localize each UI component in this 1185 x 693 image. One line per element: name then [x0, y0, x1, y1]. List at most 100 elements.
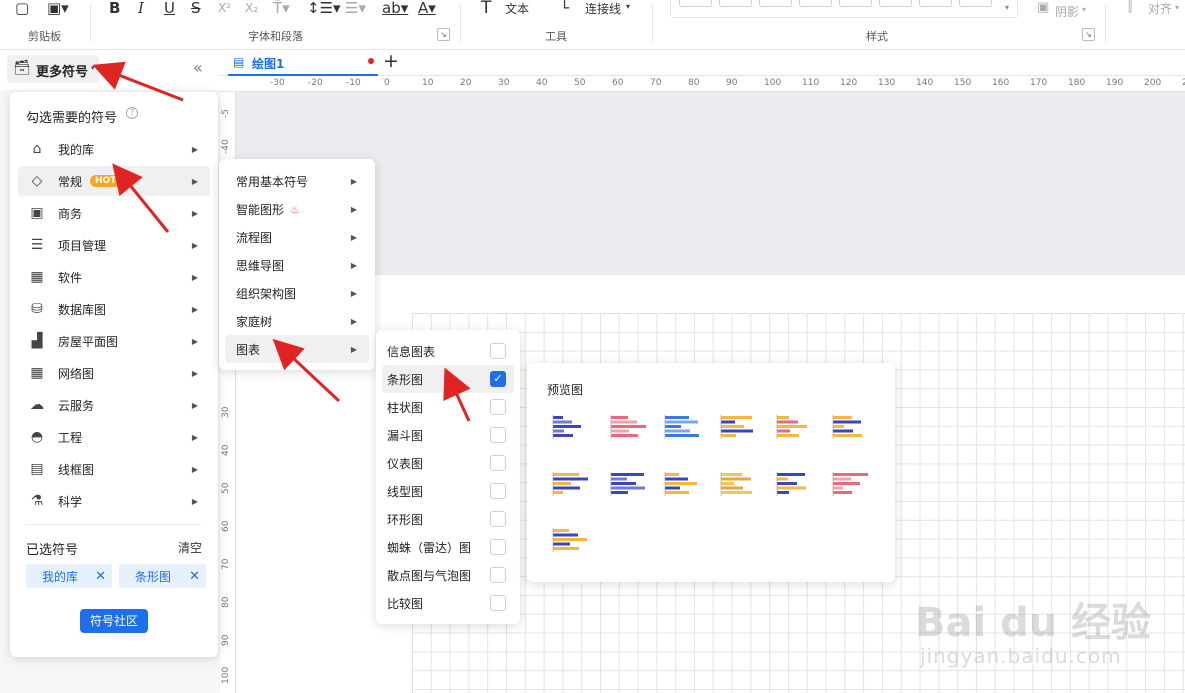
chart-type-item[interactable]: 漏斗图 [382, 421, 514, 449]
shadow-icon[interactable]: ▣ [1037, 0, 1049, 16]
chart-preview-thumbnail[interactable] [717, 470, 757, 496]
chart-type-checkbox[interactable] [490, 567, 506, 583]
text-tool-label[interactable]: 文本 [505, 0, 529, 17]
style-swatch[interactable] [919, 0, 952, 7]
text-highlight-icon[interactable]: ab▾ [382, 0, 408, 16]
help-icon[interactable]: ? [126, 107, 138, 119]
chart-preview-thumbnail[interactable] [829, 470, 869, 496]
chart-type-checkbox[interactable] [490, 455, 506, 471]
symbol-community-button[interactable]: 符号社区 [80, 609, 148, 633]
submenu-item[interactable]: 组织架构图 ▶ [225, 279, 369, 307]
category-item[interactable]: ◓ 工程 ▶ [18, 422, 210, 452]
chart-type-item[interactable]: 环形图 [382, 505, 514, 533]
category-item[interactable]: ▦ 网络图 ▶ [18, 358, 210, 388]
chevron-right-icon: ▶ [191, 176, 198, 186]
chart-preview-thumbnail[interactable] [549, 526, 589, 552]
chart-preview-thumbnail[interactable] [661, 413, 701, 439]
list-icon[interactable]: ☰▾ [345, 0, 366, 16]
category-item[interactable]: ▣ 商务 ▶ [18, 198, 210, 228]
chart-preview-thumbnail[interactable] [773, 470, 813, 496]
chart-type-item[interactable]: 柱状图 [382, 393, 514, 421]
chart-type-checkbox[interactable] [490, 511, 506, 527]
style-swatch[interactable] [759, 0, 792, 7]
chart-type-item[interactable]: 条形图 ✓ [382, 365, 514, 393]
chart-preview-thumbnail[interactable] [661, 470, 701, 496]
style-swatch[interactable] [719, 0, 752, 7]
text-tool-icon[interactable]: T [481, 0, 491, 17]
copy-format-icon[interactable]: ▢ [15, 0, 29, 16]
category-label: 科学 [58, 494, 83, 509]
category-item[interactable]: ☰ 项目管理 ▶ [18, 230, 210, 260]
category-item[interactable]: ▟ 房屋平面图 ▶ [18, 326, 210, 356]
align-icon[interactable]: ⫿ [1128, 0, 1132, 16]
chart-type-item[interactable]: 比较图 [382, 589, 514, 617]
paste-icon[interactable]: ▣▾ [47, 0, 69, 16]
italic-icon[interactable]: I [138, 0, 144, 16]
chart-preview-thumbnail[interactable] [773, 413, 813, 439]
submenu-item[interactable]: 流程图 ▶ [225, 223, 369, 251]
clear-selected-button[interactable]: 清空 [178, 539, 202, 556]
ruler-tick-label: 40 [221, 444, 231, 456]
chart-type-checkbox[interactable] [490, 343, 506, 359]
style-swatch[interactable] [879, 0, 912, 7]
chart-type-checkbox[interactable] [490, 427, 506, 443]
tab-drawing[interactable]: ▤ 绘图1 [228, 50, 378, 76]
chart-preview-thumbnail[interactable] [607, 413, 647, 439]
chart-type-item[interactable]: 仪表图 [382, 449, 514, 477]
strikethrough-icon[interactable]: S [191, 0, 201, 16]
chart-type-checkbox[interactable] [490, 539, 506, 555]
remove-tag-icon[interactable]: ✕ [189, 569, 200, 584]
submenu-item[interactable]: 常用基本符号 ▶ [225, 167, 369, 195]
collapse-sidebar-icon[interactable]: « [193, 58, 203, 77]
bold-icon[interactable]: B [109, 0, 120, 16]
font-color-icon[interactable]: A▾ [418, 0, 436, 16]
category-item[interactable]: ◇ 常规 HOT ▶ [18, 166, 210, 196]
chart-type-checkbox[interactable]: ✓ [490, 371, 506, 387]
chart-type-checkbox[interactable] [490, 399, 506, 415]
chart-preview-thumbnail[interactable] [549, 413, 589, 439]
chart-type-item[interactable]: 信息图表 [382, 337, 514, 365]
chart-type-checkbox[interactable] [490, 483, 506, 499]
more-symbols-button[interactable]: 🗃 更多符号 ▾ [7, 55, 99, 83]
chart-type-checkbox[interactable] [490, 595, 506, 611]
submenu-item[interactable]: 智能图形 ♨ ▶ [225, 195, 369, 223]
add-tab-button[interactable]: + [383, 50, 399, 72]
submenu-item[interactable]: 家庭树 ▶ [225, 307, 369, 335]
underline-icon[interactable]: U [164, 0, 175, 16]
style-swatch[interactable] [959, 0, 992, 7]
chart-type-item[interactable]: 线型图 [382, 477, 514, 505]
chart-type-item[interactable]: 蜘蛛（雷达）图 [382, 533, 514, 561]
category-item[interactable]: ☁ 云服务 ▶ [18, 390, 210, 420]
category-item[interactable]: ▤ 线框图 ▶ [18, 454, 210, 484]
style-settings-expand-icon[interactable]: ↘ [1082, 28, 1095, 41]
category-item[interactable]: ▦ 软件 ▶ [18, 262, 210, 292]
chevron-down-icon[interactable]: ▾ [626, 2, 630, 11]
style-gallery-more-icon[interactable]: ▾ [1005, 3, 1009, 12]
chart-preview-thumbnail[interactable] [829, 413, 869, 439]
category-item[interactable]: ⛁ 数据库图 ▶ [18, 294, 210, 324]
connector-icon[interactable]: └ [560, 0, 569, 16]
submenu-item[interactable]: 图表 ▶ [225, 335, 369, 363]
text-case-icon[interactable]: T̄▾ [273, 0, 290, 16]
chart-preview-thumbnail[interactable] [607, 470, 647, 496]
remove-tag-icon[interactable]: ✕ [95, 569, 106, 584]
connector-tool-label[interactable]: 连接线 [585, 0, 621, 17]
chart-type-item[interactable]: 散点图与气泡图 [382, 561, 514, 589]
subscript-icon[interactable]: X₂ [245, 0, 258, 16]
font-settings-expand-icon[interactable]: ↘ [437, 28, 450, 41]
align-label[interactable]: 对齐 [1148, 0, 1172, 17]
chart-preview-thumbnail[interactable] [549, 470, 589, 496]
superscript-icon[interactable]: X² [218, 0, 231, 16]
submenu-item[interactable]: 思维导图 ▶ [225, 251, 369, 279]
shadow-label[interactable]: 阴影 [1055, 3, 1079, 20]
chevron-right-icon: ▶ [191, 400, 198, 410]
chart-preview-thumbnail[interactable] [717, 413, 757, 439]
line-spacing-icon[interactable]: ↕☰▾ [307, 0, 341, 16]
style-swatch[interactable] [799, 0, 832, 7]
chevron-down-icon[interactable]: ▾ [1082, 5, 1086, 14]
category-item[interactable]: ⌂ 我的库 ▶ [18, 134, 210, 164]
style-swatch[interactable] [679, 0, 712, 7]
chevron-down-icon[interactable]: ▾ [1175, 3, 1179, 12]
style-swatch[interactable] [839, 0, 872, 7]
category-item[interactable]: ⚗ 科学 ▶ [18, 486, 210, 516]
